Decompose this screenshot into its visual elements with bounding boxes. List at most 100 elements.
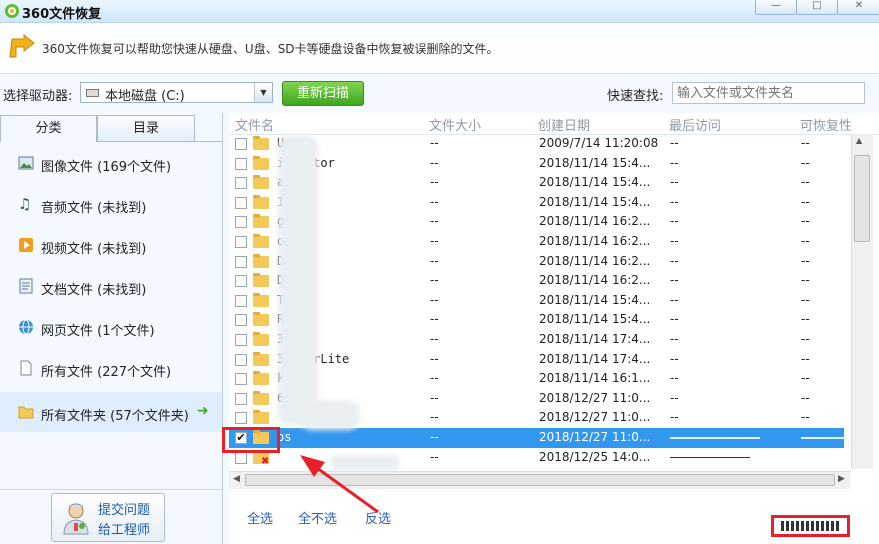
row-checkbox[interactable] xyxy=(235,196,247,209)
recoverability: -- xyxy=(801,371,810,386)
folder-icon xyxy=(253,273,269,288)
table-row[interactable]: kin t--2018/11/14 16:1...---- xyxy=(229,369,844,389)
chevron-down-icon[interactable]: ▼ xyxy=(254,83,272,102)
recover-button-obscured[interactable] xyxy=(781,521,841,531)
info-text: 360文件恢复可以帮助您快速从硬盘、U盘、SD卡等硬盘设备中恢复被误删除的文件。 xyxy=(42,42,499,56)
file-size: -- xyxy=(430,312,439,327)
row-checkbox[interactable] xyxy=(235,138,247,150)
category-label: 视频文件 (未找到) xyxy=(41,242,147,257)
table-row[interactable]: a--2018/11/14 15:4...---- xyxy=(229,173,844,193)
vertical-scroll-thumb[interactable] xyxy=(854,155,870,242)
category-video[interactable]: 视频文件 (未找到) xyxy=(0,225,222,265)
table-row[interactable]: 1--2018/11/14 15:4...---- xyxy=(229,193,844,213)
submit-label-line2: 给工程师 xyxy=(98,523,151,538)
row-checkbox[interactable] xyxy=(235,353,247,366)
column-size[interactable]: 文件大小 xyxy=(429,115,481,134)
created-date: 2018/11/14 17:4... xyxy=(539,351,651,366)
redaction-blur xyxy=(300,400,360,430)
created-date: 2018/11/14 15:4... xyxy=(539,155,651,170)
column-recoverability[interactable]: 可恢复性 xyxy=(800,115,852,134)
search-input[interactable] xyxy=(672,82,865,104)
column-name[interactable]: 文件名 xyxy=(235,115,274,134)
table-row[interactable]: Ro--2018/11/14 15:4...---- xyxy=(229,310,844,330)
row-checkbox[interactable] xyxy=(235,373,247,386)
maximize-button[interactable]: □ xyxy=(796,0,838,15)
table-row[interactable]: Te--2018/11/14 15:4...---- xyxy=(229,291,844,311)
folder-icon xyxy=(18,406,34,419)
row-checkbox[interactable] xyxy=(235,157,247,170)
file-icon xyxy=(20,360,32,376)
tab-directory[interactable]: 目录 xyxy=(97,115,195,142)
created-date: 2018/12/27 11:0... xyxy=(539,390,651,405)
minimize-button[interactable]: — xyxy=(755,0,797,15)
title-bar: 360文件恢复 — □ ✕ xyxy=(0,0,879,23)
category-documents[interactable]: 文档文件 (未找到) xyxy=(0,266,222,306)
horizontal-scroll-thumb[interactable] xyxy=(245,474,835,486)
arrow-right-icon: ➜ xyxy=(197,403,209,419)
submit-issue-button[interactable]: 提交问题 给工程师 xyxy=(51,493,165,542)
scroll-left-icon[interactable]: ◀ xyxy=(233,474,240,484)
row-checkbox[interactable] xyxy=(235,314,247,327)
category-images[interactable]: 图像文件 (169个文件) xyxy=(0,143,222,183)
category-label: 所有文件夹 (57个文件夹) xyxy=(41,409,189,424)
submit-label-line1: 提交问题 xyxy=(98,503,151,518)
folder-icon xyxy=(253,136,269,150)
table-row[interactable]: ✔ ps -- 2018/12/27 11:0... xyxy=(229,428,844,448)
invert-selection-link[interactable]: 反选 xyxy=(365,508,391,527)
last-access: -- xyxy=(670,332,679,346)
row-checkbox[interactable] xyxy=(235,294,247,307)
table-row[interactable]: 360S rLite--2018/11/14 17:4...---- xyxy=(229,350,844,370)
folder-icon xyxy=(253,332,269,346)
folder-icon xyxy=(253,175,269,190)
redaction-blur xyxy=(330,455,400,471)
rescan-button[interactable]: 重新扫描 xyxy=(282,81,364,106)
row-checkbox[interactable] xyxy=(235,177,247,190)
vertical-scrollbar[interactable]: ▲ xyxy=(851,134,873,469)
table-row[interactable]: istrator--2018/11/14 15:4...---- xyxy=(229,154,844,174)
select-none-link[interactable]: 全不选 xyxy=(298,508,337,527)
table-row[interactable]: ome--2018/11/14 16:2...---- xyxy=(229,232,844,252)
row-checkbox[interactable] xyxy=(235,334,247,346)
file-size: -- xyxy=(430,351,439,366)
row-checkbox[interactable] xyxy=(235,255,247,268)
engineer-icon xyxy=(63,503,89,535)
table-row[interactable]: D lt--2018/11/14 16:2...---- xyxy=(229,271,844,291)
app-logo-icon xyxy=(5,4,19,18)
drive-select[interactable]: 本地磁盘 (C:) ▼ xyxy=(80,82,273,104)
category-webpages[interactable]: 网页文件 (1个文件) xyxy=(0,307,222,347)
table-row[interactable]: ✖ -- 2018/12/25 14:0... xyxy=(229,448,844,468)
column-created[interactable]: 创建日期 xyxy=(538,115,590,134)
scroll-up-icon[interactable]: ▲ xyxy=(856,136,862,145)
category-label: 文档文件 (未找到) xyxy=(41,283,147,298)
last-access: -- xyxy=(670,155,679,170)
horizontal-scrollbar[interactable]: ◀ ▶ xyxy=(229,471,851,489)
folder-icon xyxy=(253,371,269,386)
last-access: -- xyxy=(670,410,679,425)
column-last-access[interactable]: 最后访问 xyxy=(669,115,721,134)
file-size: -- xyxy=(430,194,439,209)
category-audio[interactable]: ♫ 音频文件 (未找到) xyxy=(0,184,222,224)
restore-arrow-icon xyxy=(9,33,35,58)
row-checkbox[interactable] xyxy=(235,392,247,405)
file-size: -- xyxy=(430,430,439,444)
category-all-files[interactable]: 所有文件 (227个文件) xyxy=(0,348,222,388)
file-size: -- xyxy=(430,332,439,346)
select-all-link[interactable]: 全选 xyxy=(247,508,273,527)
search-label: 快速查找: xyxy=(607,89,664,104)
category-all-folders[interactable]: 所有文件夹 (57个文件夹) ➜ xyxy=(0,392,222,432)
last-access: -- xyxy=(670,214,679,229)
row-checkbox[interactable] xyxy=(235,236,247,248)
created-date: 2018/11/14 16:2... xyxy=(539,253,651,268)
table-row[interactable]: 360--2018/11/14 17:4...---- xyxy=(229,330,844,350)
row-checkbox[interactable] xyxy=(235,275,247,288)
row-checkbox[interactable] xyxy=(235,216,247,229)
scroll-right-icon[interactable]: ▶ xyxy=(838,474,845,484)
close-button[interactable]: ✕ xyxy=(837,0,879,15)
table-row[interactable]: Us--2009/7/14 11:20:08---- xyxy=(229,134,844,154)
music-icon: ♫ xyxy=(18,195,32,213)
table-row[interactable]: gle--2018/11/14 16:2...---- xyxy=(229,212,844,232)
row-checkbox[interactable] xyxy=(235,412,247,425)
tab-category[interactable]: 分类 xyxy=(0,115,97,142)
table-row[interactable]: Data--2018/11/14 16:2...---- xyxy=(229,252,844,272)
row-checkbox[interactable] xyxy=(235,451,247,464)
